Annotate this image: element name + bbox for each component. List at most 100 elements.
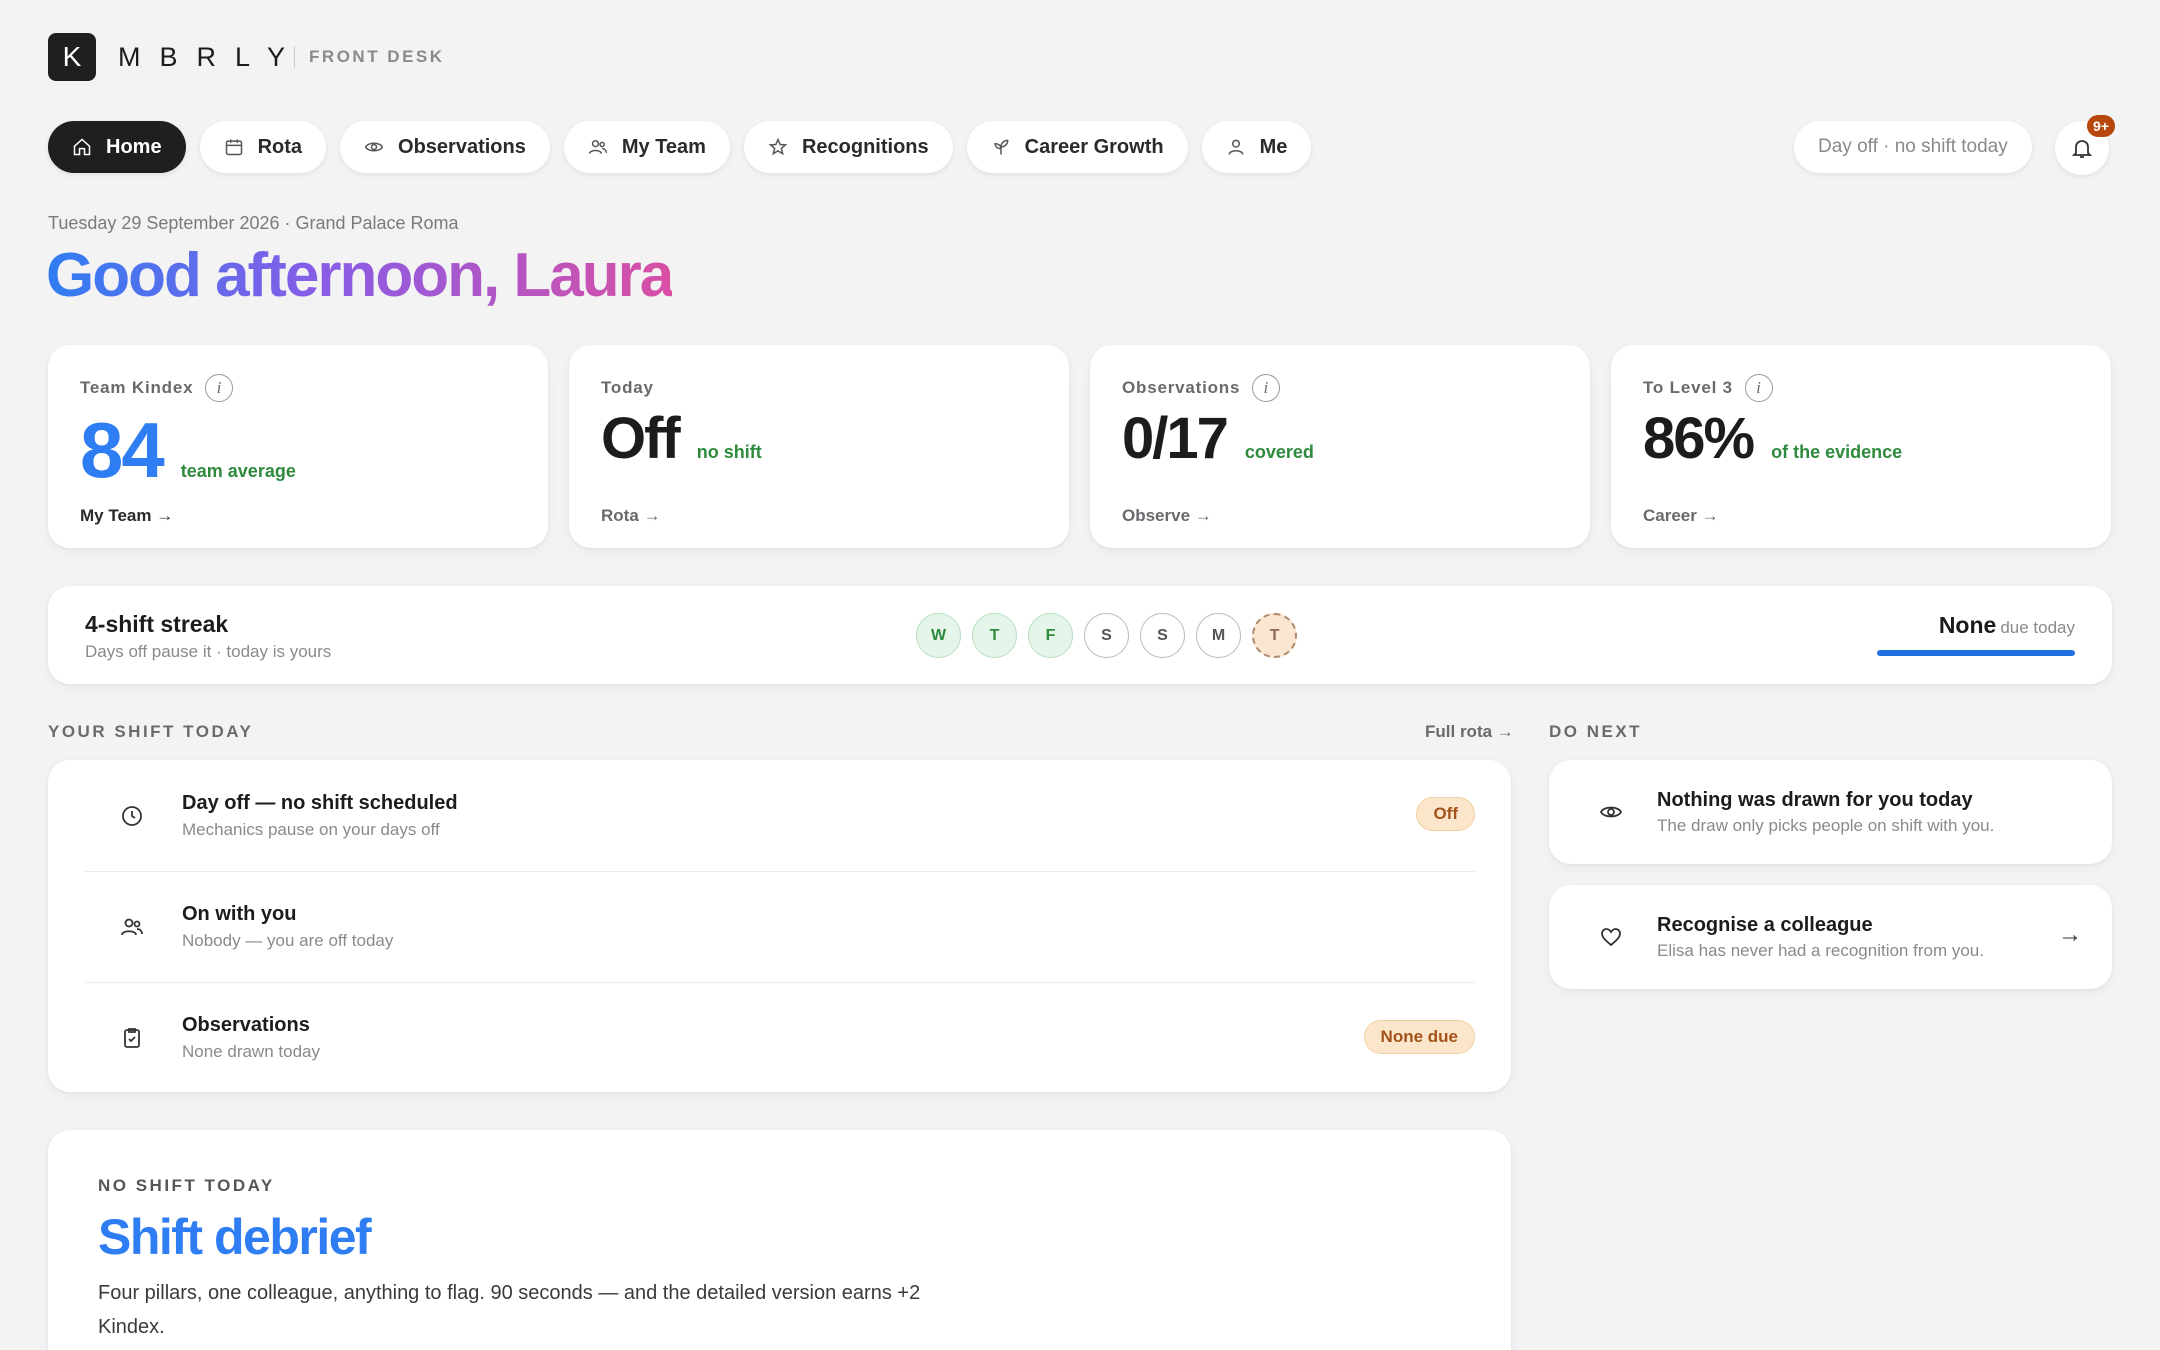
- sprout-icon: [994, 139, 1009, 155]
- stat-link-career[interactable]: Career →: [1643, 506, 1719, 526]
- nav-label: Me: [1259, 135, 1288, 158]
- full-rota-link[interactable]: Full rota →: [1425, 722, 1514, 742]
- streak-subtitle: Days off pause it · today is yours: [85, 642, 332, 661]
- streak-days: W T F S S M T: [916, 613, 1297, 658]
- due-progress-bar: [1877, 650, 2075, 656]
- streak-day: S: [1140, 613, 1185, 658]
- date-location: Tuesday 29 September 2026 · Grand Palace…: [48, 213, 459, 233]
- row-title: On with you: [182, 903, 297, 925]
- stat-card-today[interactable]: Today Off no shift Rota →: [569, 345, 1069, 548]
- brand-subtitle: FRONT DESK: [309, 47, 445, 66]
- debrief-text: Four pillars, one colleague, anything to…: [98, 1282, 921, 1338]
- nav-recognitions[interactable]: Recognitions: [743, 121, 953, 173]
- stat-link-my-team[interactable]: My Team →: [80, 506, 173, 526]
- stat-card-team-kindex[interactable]: Team Kindex i 84 team average My Team →: [48, 345, 548, 548]
- user-icon: [1228, 139, 1243, 155]
- streak-day: M: [1196, 613, 1241, 658]
- streak-title: 4-shift streak: [85, 611, 229, 637]
- info-icon[interactable]: i: [205, 374, 234, 402]
- stat-card-to-level-3[interactable]: To Level 3i 86% of the evidence Career →: [1611, 345, 2111, 548]
- row-subtitle: None drawn today: [182, 1042, 320, 1061]
- stat-note: no shift: [696, 442, 762, 462]
- brand-logo: K: [48, 33, 96, 81]
- due-count: None: [1938, 612, 1997, 638]
- do-next-item-draw[interactable]: Nothing was drawn for you today The draw…: [1549, 760, 2112, 864]
- clock-icon: [122, 805, 142, 826]
- shift-row-day-off[interactable]: Day off — no shift scheduled Mechanics p…: [84, 760, 1475, 871]
- nav-career-growth[interactable]: Career Growth: [966, 121, 1188, 173]
- section-heading-do-next: DO NEXT: [1549, 722, 1643, 741]
- nav-label: Recognitions: [801, 135, 929, 158]
- stat-link-observe[interactable]: Observe →: [1122, 506, 1212, 526]
- due-summary: None due today: [1939, 612, 2075, 639]
- nav-label: My Team: [621, 135, 706, 158]
- stat-note: team average: [180, 461, 296, 481]
- eye-icon: [1599, 806, 1623, 818]
- due-label: due today: [2000, 618, 2075, 637]
- info-icon[interactable]: i: [1252, 374, 1281, 402]
- stat-value: Off: [601, 406, 681, 471]
- stat-value: 86%: [1643, 406, 1755, 471]
- stat-label: Team Kindex i: [80, 373, 516, 403]
- row-subtitle: Mechanics pause on your days off: [182, 819, 440, 839]
- debrief-eyebrow: NO SHIFT TODAY: [98, 1176, 275, 1195]
- shift-row-on-with-you[interactable]: On with you Nobody — you are off today: [84, 871, 1475, 982]
- nav-label: Observations: [398, 135, 526, 158]
- nav-rota[interactable]: Rota: [199, 121, 327, 173]
- status-badge: None due: [1363, 1020, 1475, 1054]
- notifications-button[interactable]: 9+: [2055, 115, 2115, 175]
- stat-value: 84: [80, 406, 165, 494]
- nav-label: Career Growth: [1024, 135, 1164, 158]
- streak-day: S: [1084, 613, 1129, 658]
- shift-row-observations[interactable]: Observations None drawn today None due: [84, 982, 1475, 1093]
- do-next-item-recognise[interactable]: Recognise a colleague Elisa has never ha…: [1549, 885, 2112, 989]
- info-icon[interactable]: i: [1744, 374, 1773, 402]
- stat-label: To Level 3i: [1643, 373, 2079, 403]
- star-icon: [768, 137, 788, 156]
- shift-status-pill[interactable]: Day off · no shift today: [1794, 121, 2032, 173]
- row-title: Observations: [182, 1014, 310, 1036]
- shift-card: Day off — no shift scheduled Mechanics p…: [48, 760, 1511, 1092]
- nav-me[interactable]: Me: [1201, 121, 1312, 173]
- eye-icon: [364, 142, 384, 152]
- nav-home[interactable]: Home: [48, 121, 186, 173]
- stat-link-rota[interactable]: Rota →: [601, 506, 661, 526]
- debrief-card[interactable]: NO SHIFT TODAY Shift debrief Four pillar…: [48, 1130, 1511, 1350]
- home-icon: [73, 138, 91, 156]
- nav-label: Rota: [257, 135, 303, 158]
- streak-day: T: [972, 613, 1017, 658]
- stat-label: Observations i: [1122, 373, 1558, 403]
- do-next-subtitle: The draw only picks people on shift with…: [1657, 815, 1995, 835]
- streak-day: W: [916, 613, 961, 658]
- nav-my-team[interactable]: My Team: [563, 121, 730, 173]
- row-subtitle: Nobody — you are off today: [182, 931, 394, 950]
- brand[interactable]: K MBRLY FRONT DESK: [48, 33, 445, 81]
- streak-day-today: T: [1252, 613, 1297, 658]
- stat-note: covered: [1244, 442, 1314, 462]
- debrief-title: Shift debrief: [98, 1209, 372, 1265]
- streak-card: 4-shift streak Days off pause it · today…: [48, 586, 2112, 684]
- streak-day: F: [1028, 613, 1073, 658]
- nav-label: Home: [106, 135, 162, 158]
- status-badge: Off: [1416, 797, 1475, 831]
- notifications-badge: 9+: [2087, 115, 2115, 137]
- calendar-icon: [225, 139, 242, 156]
- nav-observations[interactable]: Observations: [340, 121, 550, 173]
- brand-name: MBRLY: [118, 41, 305, 72]
- section-heading-shift: YOUR SHIFT TODAY: [48, 722, 254, 741]
- do-next-subtitle: Elisa has never had a recognition from y…: [1657, 940, 1984, 960]
- users-icon: [121, 918, 143, 936]
- bell-icon: [2071, 140, 2093, 158]
- stat-label: Today: [601, 378, 654, 397]
- do-next-title: Recognise a colleague: [1657, 913, 1873, 936]
- brand-divider: [294, 46, 296, 68]
- users-icon: [588, 140, 607, 154]
- arrow-right-icon[interactable]: →: [2058, 921, 2082, 949]
- main-nav: Home Rota Observations My Team Recogniti…: [48, 121, 1312, 173]
- heart-icon: [1601, 928, 1621, 947]
- clipboard-check-icon: [124, 1028, 140, 1048]
- stat-card-observations[interactable]: Observations i 0/17 covered Observe →: [1090, 345, 1590, 548]
- row-title: Day off — no shift scheduled: [182, 791, 458, 814]
- stat-value: 0/17: [1122, 406, 1229, 471]
- do-next-title: Nothing was drawn for you today: [1657, 788, 1973, 811]
